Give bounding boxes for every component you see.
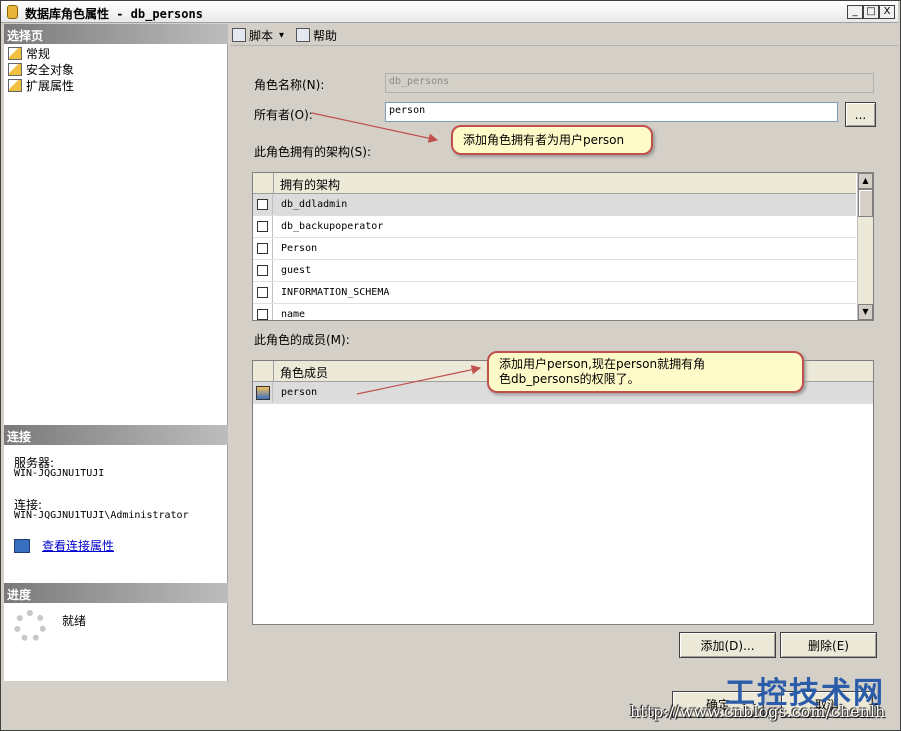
owner-callout: 添加角色拥有者为用户person [451,125,653,155]
member-callout: 添加用户person,现在person就拥有角 色db_persons的权限了。 [487,351,804,393]
member-callout-line: 添加用户person,现在person就拥有角 [499,357,706,371]
watermark-url: http://www.cnblogs.com/chenlh [630,702,886,721]
owner-arrow [311,112,439,143]
member-arrow [356,365,482,395]
member-callout-line: 色db_persons的权限了。 [499,372,640,386]
